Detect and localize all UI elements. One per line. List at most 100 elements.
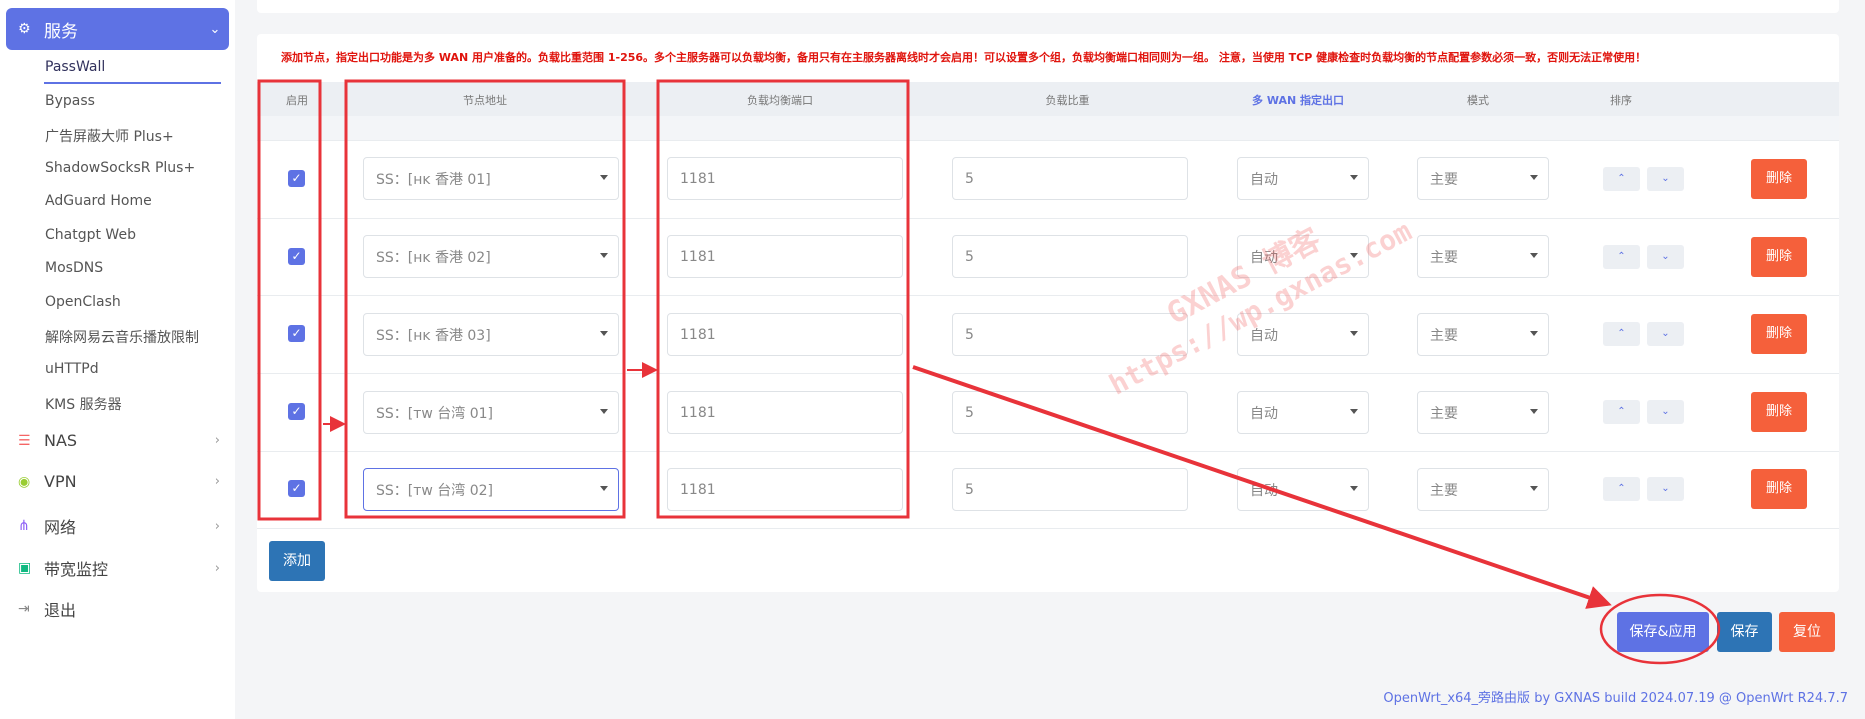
wan-select[interactable]: 自动 xyxy=(1237,157,1369,200)
caret-down-icon xyxy=(1530,486,1538,491)
sidebar-group-bandwidth[interactable]: ▣ 带宽监控 › xyxy=(18,556,220,580)
weight-input[interactable]: 5 xyxy=(952,157,1188,200)
weight-input[interactable]: 5 xyxy=(952,313,1188,356)
weight-input[interactable]: 5 xyxy=(952,391,1188,434)
sidebar-item-openclash[interactable]: OpenClash xyxy=(45,294,121,310)
sidebar-logout[interactable]: ⇥ 退出 xyxy=(18,597,220,621)
caret-down-icon xyxy=(600,486,608,491)
sidebar-item-kms[interactable]: KMS 服务器 xyxy=(45,394,122,414)
sidebar-item-adguard[interactable]: AdGuard Home xyxy=(45,193,152,209)
row-divider xyxy=(257,140,1839,141)
port-input[interactable]: 1181 xyxy=(667,157,903,200)
row-divider xyxy=(257,528,1839,529)
node-select[interactable]: SS：[ʜᴋ 香港 01] xyxy=(363,157,619,200)
sidebar-group-label: VPN xyxy=(44,472,77,491)
sidebar-item-adblock[interactable]: 广告屏蔽大师 Plus+ xyxy=(45,126,174,146)
weight-input[interactable]: 5 xyxy=(952,468,1188,511)
node-select[interactable]: SS：[ᴛᴡ 台湾 01] xyxy=(363,391,619,434)
move-down-button[interactable]: ⌄ xyxy=(1647,167,1684,191)
col-weight: 负载比重 xyxy=(1045,94,1090,107)
sidebar-group-label: 退出 xyxy=(44,601,77,620)
move-down-button[interactable]: ⌄ xyxy=(1647,245,1684,269)
mode-select[interactable]: 主要 xyxy=(1417,235,1549,278)
weight-input[interactable]: 5 xyxy=(952,235,1188,278)
sidebar-item-passwall[interactable]: PassWall xyxy=(45,59,105,75)
move-up-button[interactable]: ⌃ xyxy=(1603,245,1640,269)
row-divider xyxy=(257,218,1839,219)
sidebar: ⚙ 服务 ⌄ PassWall Bypass 广告屏蔽大师 Plus+ Shad… xyxy=(0,0,235,719)
caret-down-icon xyxy=(1350,331,1358,336)
wan-select-value: 自动 xyxy=(1250,482,1278,499)
port-input[interactable]: 1181 xyxy=(667,468,903,511)
sidebar-group-nas[interactable]: ☰ NAS › xyxy=(18,431,220,450)
move-up-button[interactable]: ⌃ xyxy=(1603,167,1640,191)
wan-select-value: 自动 xyxy=(1250,405,1278,422)
sidebar-item-bypass[interactable]: Bypass xyxy=(45,93,95,109)
row-divider xyxy=(257,451,1839,452)
sidebar-item-ssr-plus[interactable]: ShadowSocksR Plus+ xyxy=(45,160,195,176)
previous-section-card xyxy=(257,0,1839,13)
move-up-button[interactable]: ⌃ xyxy=(1603,322,1640,346)
enable-checkbox[interactable]: ✓ xyxy=(288,170,305,187)
sidebar-group-label: NAS xyxy=(44,431,78,450)
sidebar-group-label: 带宽监控 xyxy=(44,560,109,579)
node-select[interactable]: SS：[ʜᴋ 香港 03] xyxy=(363,313,619,356)
sidebar-item-chatgpt-web[interactable]: Chatgpt Web xyxy=(45,227,136,243)
move-down-button[interactable]: ⌄ xyxy=(1647,477,1684,501)
enable-checkbox[interactable]: ✓ xyxy=(288,325,305,342)
sidebar-group-label: 服务 xyxy=(44,21,78,42)
delete-button[interactable]: 删除 xyxy=(1751,159,1807,199)
node-select-value: SS：[ʜᴋ 香港 02] xyxy=(376,249,491,266)
sidebar-group-vpn[interactable]: ◉ VPN › xyxy=(18,472,220,491)
sidebar-group-services[interactable]: ⚙ 服务 ⌄ xyxy=(6,8,229,50)
delete-button[interactable]: 删除 xyxy=(1751,469,1807,509)
enable-checkbox[interactable]: ✓ xyxy=(288,403,305,420)
sidebar-item-unblock-netease[interactable]: 解除网易云音乐播放限制 xyxy=(45,327,199,347)
mode-select[interactable]: 主要 xyxy=(1417,313,1549,356)
delete-button[interactable]: 删除 xyxy=(1751,314,1807,354)
mode-select-value: 主要 xyxy=(1430,327,1458,344)
mode-select[interactable]: 主要 xyxy=(1417,157,1549,200)
save-button[interactable]: 保存 xyxy=(1717,612,1772,652)
node-select[interactable]: SS：[ʜᴋ 香港 02] xyxy=(363,235,619,278)
table-subheader xyxy=(257,116,1839,140)
move-down-button[interactable]: ⌄ xyxy=(1647,322,1684,346)
wan-select-value: 自动 xyxy=(1250,327,1278,344)
enable-checkbox[interactable]: ✓ xyxy=(288,248,305,265)
caret-down-icon xyxy=(600,331,608,336)
caret-down-icon xyxy=(600,253,608,258)
delete-button[interactable]: 删除 xyxy=(1751,392,1807,432)
mode-select[interactable]: 主要 xyxy=(1417,391,1549,434)
enable-checkbox[interactable]: ✓ xyxy=(288,480,305,497)
sidebar-group-network[interactable]: ⋔ 网络 › xyxy=(18,514,220,538)
sidebar-item-uhttpd[interactable]: uHTTPd xyxy=(45,361,99,377)
mode-select[interactable]: 主要 xyxy=(1417,468,1549,511)
move-up-button[interactable]: ⌃ xyxy=(1603,477,1640,501)
port-input[interactable]: 1181 xyxy=(667,313,903,356)
col-port: 负载均衡端口 xyxy=(747,94,813,107)
node-select-value: SS：[ᴛᴡ 台湾 02] xyxy=(376,482,494,499)
caret-down-icon xyxy=(600,175,608,180)
wan-select[interactable]: 自动 xyxy=(1237,235,1369,278)
wan-select[interactable]: 自动 xyxy=(1237,391,1369,434)
col-enabled: 启用 xyxy=(286,94,308,107)
reset-button[interactable]: 复位 xyxy=(1779,612,1835,652)
port-input[interactable]: 1181 xyxy=(667,391,903,434)
move-down-button[interactable]: ⌄ xyxy=(1647,400,1684,424)
notice-text: 添加节点，指定出口功能是为多 WAN 用户准备的。负载比重范围 1-256。多个… xyxy=(281,51,1647,64)
sidebar-item-mosdns[interactable]: MosDNS xyxy=(45,260,103,276)
sidebar-group-label: 网络 xyxy=(44,518,77,537)
active-indicator xyxy=(44,82,221,84)
mode-select-value: 主要 xyxy=(1430,405,1458,422)
port-input[interactable]: 1181 xyxy=(667,235,903,278)
chevron-right-icon: › xyxy=(214,474,220,489)
move-up-button[interactable]: ⌃ xyxy=(1603,400,1640,424)
node-select[interactable]: SS：[ᴛᴡ 台湾 02] xyxy=(363,468,619,511)
monitor-icon: ▣ xyxy=(18,560,32,576)
chevron-right-icon: › xyxy=(214,560,220,576)
wan-select[interactable]: 自动 xyxy=(1237,313,1369,356)
save-apply-button[interactable]: 保存&应用 xyxy=(1617,612,1709,652)
wan-select[interactable]: 自动 xyxy=(1237,468,1369,511)
delete-button[interactable]: 删除 xyxy=(1751,237,1807,277)
add-button[interactable]: 添加 xyxy=(269,541,325,581)
